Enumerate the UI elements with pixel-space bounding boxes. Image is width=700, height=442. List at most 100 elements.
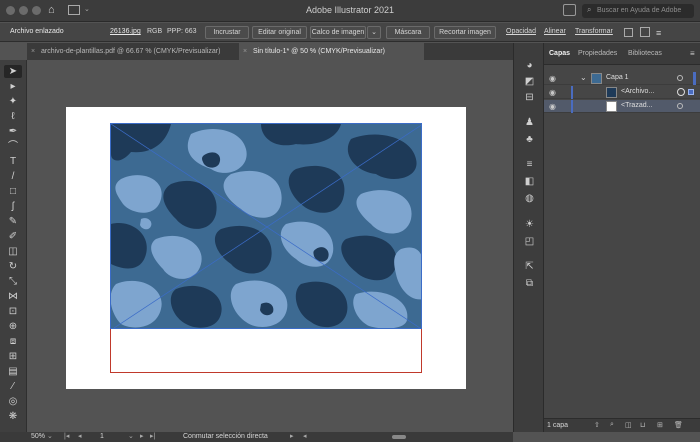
artboard-dropdown-icon[interactable]: ⌄ (128, 432, 134, 442)
horizontal-scrollbar-thumb[interactable] (392, 435, 406, 439)
scale-tool-icon[interactable]: ⤡ (4, 275, 22, 288)
transparency-panel-icon[interactable]: ◍ (523, 193, 536, 205)
swatches-panel-icon[interactable]: ⊟ (523, 92, 536, 104)
rectangle-tool-icon[interactable]: □ (4, 185, 22, 198)
artboard-number[interactable]: 1 (100, 432, 104, 442)
symbols-panel-icon[interactable]: ♣ (523, 134, 536, 146)
tab-layers[interactable]: Capas (549, 50, 570, 57)
embed-button[interactable]: Incrustar (205, 26, 249, 39)
image-trace-button[interactable]: Calco de imagen (310, 26, 366, 39)
direct-selection-tool-icon[interactable]: ▸ (4, 80, 22, 93)
select-similar-icon[interactable] (640, 27, 650, 37)
panel-menu-icon[interactable]: ≡ (656, 28, 661, 38)
layer-row-trazado[interactable]: ◉ <Trazad... (544, 100, 700, 113)
selection-indicator-icon[interactable] (688, 89, 694, 95)
export-icon[interactable]: ⇱ (523, 261, 536, 273)
perspective-grid-tool-icon[interactable]: ⧈ (4, 335, 22, 348)
last-artboard-icon[interactable]: ▸| (150, 432, 155, 442)
close-tab-icon[interactable]: × (31, 43, 35, 60)
clipping-mask-icon[interactable]: ◫ (625, 421, 632, 429)
edit-original-button[interactable]: Editar original (252, 26, 307, 39)
tab-sin-titulo[interactable]: × Sin título-1* @ 50 % (CMYK/Previsualiz… (239, 43, 424, 60)
align-link[interactable]: Alinear (544, 28, 566, 35)
lasso-tool-icon[interactable]: ℓ (4, 110, 22, 123)
color-guide-icon[interactable]: ◩ (523, 76, 536, 88)
delete-layer-icon[interactable]: 🗑 (674, 421, 683, 429)
layer-name[interactable]: Capa 1 (606, 74, 629, 81)
magic-wand-tool-icon[interactable]: ✦ (4, 95, 22, 108)
previous-artboard-icon[interactable]: ◂ (78, 432, 82, 442)
free-transform-tool-icon[interactable]: ⊡ (4, 305, 22, 318)
close-tab-icon[interactable]: × (243, 43, 247, 60)
search-icon: ⌕ (587, 5, 592, 14)
next-artboard-icon[interactable]: ▸ (140, 432, 144, 442)
layer-row-archivo[interactable]: ◉ <Archivo... (544, 86, 700, 99)
graphic-styles-icon[interactable]: ◰ (523, 236, 536, 248)
tab-archivo-plantillas[interactable]: × archivo-de-plantillas.pdf @ 66.67 % (C… (27, 43, 237, 60)
width-tool-icon[interactable]: ⋈ (4, 290, 22, 303)
mask-button[interactable]: Máscara (386, 26, 430, 39)
target-icon[interactable] (677, 75, 683, 81)
stroke-panel-icon[interactable]: ≡ (523, 159, 536, 171)
line-segment-tool-icon[interactable]: / (4, 170, 22, 183)
artboard[interactable] (66, 107, 466, 389)
eyedropper-tool-icon[interactable]: ⁄ (4, 380, 22, 393)
tools-panel: ➤ ▸ ✦ ℓ ✒ ⌒ T / □ ʃ ✎ ✐ ◫ ↻ ⤡ ⋈ ⊡ ⊕ ⧈ ⊞ … (0, 60, 27, 432)
appearance-panel-icon[interactable]: ☀ (523, 219, 536, 231)
opacity-link[interactable]: Opacidad (506, 28, 536, 35)
gradient-tool-icon[interactable]: ▤ (4, 365, 22, 378)
zoom-dropdown-icon[interactable]: ⌄ (47, 432, 53, 442)
brushes-panel-icon[interactable]: ♟ (523, 117, 536, 129)
pen-tool-icon[interactable]: ✒ (4, 125, 22, 138)
isolate-object-icon[interactable] (624, 28, 633, 37)
help-search-input[interactable]: Buscar en Ayuda de Adobe (582, 4, 694, 18)
camo-pattern (111, 124, 421, 328)
curvature-tool-icon[interactable]: ⌒ (4, 140, 22, 153)
status-arrow-icon[interactable]: ▸ (290, 432, 294, 442)
shape-builder-tool-icon[interactable]: ⊕ (4, 320, 22, 333)
chevron-down-icon[interactable]: ⌄ (580, 73, 587, 82)
scroll-left-icon[interactable]: ◂ (303, 432, 307, 442)
selection-tool-icon[interactable]: ➤ (4, 65, 22, 78)
first-artboard-icon[interactable]: |◂ (64, 432, 69, 442)
path-thumbnail (606, 101, 617, 112)
tab-libraries[interactable]: Bibliotecas (628, 50, 662, 57)
linked-camo-image[interactable] (110, 123, 422, 329)
paintbrush-tool-icon[interactable]: ʃ (4, 200, 22, 213)
visibility-eye-icon[interactable]: ◉ (549, 88, 558, 97)
mesh-tool-icon[interactable]: ⊞ (4, 350, 22, 363)
type-tool-icon[interactable]: T (4, 155, 22, 168)
image-trace-dropdown[interactable]: ⌄ (367, 26, 381, 39)
panel-tab-row: Capas Propiedades Bibliotecas ≡ (544, 43, 700, 65)
eraser-tool-icon[interactable]: ◫ (4, 245, 22, 258)
new-layer-icon[interactable]: ⊞ (657, 421, 663, 429)
layer-name[interactable]: <Archivo... (621, 88, 654, 95)
tab-properties[interactable]: Propiedades (578, 50, 617, 57)
linked-filename-link[interactable]: 26136.jpg (110, 28, 141, 35)
rotate-tool-icon[interactable]: ↻ (4, 260, 22, 273)
target-icon[interactable] (677, 103, 683, 109)
panel-menu-icon[interactable]: ≡ (690, 49, 695, 58)
visibility-eye-icon[interactable]: ◉ (549, 74, 558, 83)
layer-name[interactable]: <Trazad... (621, 102, 652, 109)
symbol-sprayer-tool-icon[interactable]: ❋ (4, 410, 22, 423)
selected-path-rectangle[interactable] (110, 329, 422, 373)
status-bar: 50% ⌄ |◂ ◂ 1 ⌄ ▸ ▸| Conmutar selección d… (0, 432, 513, 442)
canvas-area[interactable] (27, 60, 513, 432)
color-panel-icon[interactable]: ◕ (523, 60, 536, 72)
blend-tool-icon[interactable]: ◎ (4, 395, 22, 408)
gradient-panel-icon[interactable]: ◧ (523, 176, 536, 188)
shaper-tool-icon[interactable]: ✎ (4, 215, 22, 228)
new-sublayer-icon[interactable]: ⊔ (640, 421, 645, 429)
artboards-panel-icon[interactable]: ⧉ (523, 278, 536, 290)
export-for-screens-icon[interactable]: ⇧ (594, 421, 600, 429)
arrange-documents-icon[interactable] (563, 4, 576, 16)
visibility-eye-icon[interactable]: ◉ (549, 102, 558, 111)
layer-row-capa-1[interactable]: ◉ ⌄ Capa 1 (544, 72, 700, 85)
transform-link[interactable]: Transformar (575, 28, 613, 35)
crop-image-button[interactable]: Recortar imagen (434, 26, 496, 39)
locate-object-icon[interactable]: ⌕ (610, 421, 614, 429)
blob-brush-tool-icon[interactable]: ✐ (4, 230, 22, 243)
target-selected-icon[interactable] (677, 88, 685, 96)
zoom-level[interactable]: 50% (31, 432, 45, 442)
